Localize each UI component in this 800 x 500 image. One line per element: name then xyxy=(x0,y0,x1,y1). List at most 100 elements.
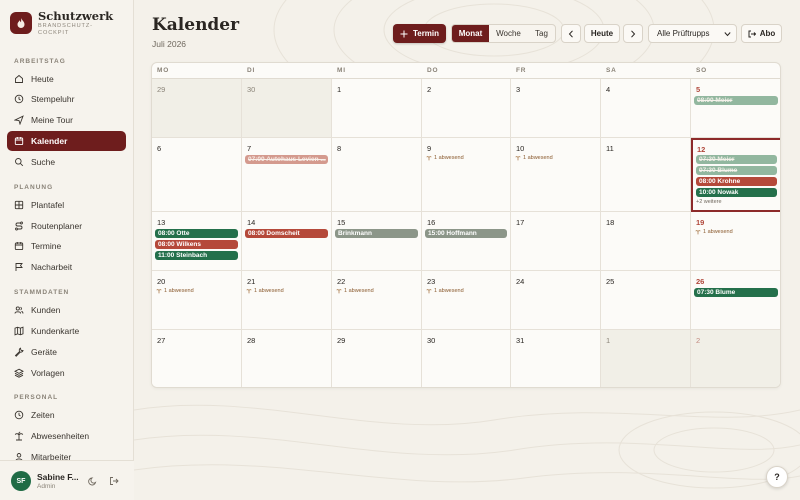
sidebar-item-vorlagen[interactable]: Vorlagen xyxy=(7,363,126,383)
calendar-day[interactable]: 21 1 abwesend xyxy=(242,271,332,330)
sidebar-item-label: Heute xyxy=(31,74,54,84)
day-number: 7 xyxy=(247,144,252,153)
sidebar-item-label: Geräte xyxy=(31,347,57,357)
user-role: Admin xyxy=(37,483,56,490)
nav-section-arbeitstag: ARBEITSTAG xyxy=(14,58,66,65)
calendar-day[interactable]: 3 xyxy=(511,79,601,138)
team-filter-select[interactable]: Alle Prüftrupps xyxy=(648,24,737,43)
calendar-event[interactable]: 07:00 Autohaus Levien ... xyxy=(245,155,328,164)
day-number: 23 xyxy=(427,277,436,286)
calendar-event[interactable]: 07:30 Meier xyxy=(696,155,777,164)
sidebar-item-nacharbeit[interactable]: Nacharbeit xyxy=(7,257,126,277)
sidebar-item-termine[interactable]: Termine xyxy=(7,236,126,256)
sidebar-item-kalender[interactable]: Kalender xyxy=(7,131,126,151)
export-icon xyxy=(748,30,756,37)
more-events-link[interactable]: +2 weitere xyxy=(696,199,722,205)
calendar-day[interactable]: 28 xyxy=(242,330,332,387)
sidebar-item-geraete[interactable]: Geräte xyxy=(7,342,126,362)
calendar-day[interactable]: 26 07:30 Blume xyxy=(691,271,780,330)
calendar-day[interactable]: 17 xyxy=(511,212,601,271)
calendar-event[interactable]: 07:30 Blume xyxy=(696,166,777,175)
sidebar-item-label: Kundenkarte xyxy=(31,326,80,336)
calendar-event[interactable]: 08:00 Otte xyxy=(155,229,238,238)
sidebar-item-plantafel[interactable]: Plantafel xyxy=(7,195,126,215)
calendar-day[interactable]: 1 xyxy=(332,79,422,138)
calendar-day[interactable]: 1 xyxy=(601,330,691,387)
calendar-day[interactable]: 11 xyxy=(601,138,691,212)
brand[interactable]: Schutzwerk BRANDSCHUTZ-COCKPIT xyxy=(10,10,113,37)
next-month-button[interactable] xyxy=(623,24,643,43)
sidebar-item-kundenkarte[interactable]: Kundenkarte xyxy=(7,321,126,341)
calendar-day[interactable]: 8 xyxy=(332,138,422,212)
calendar-day[interactable]: 10 1 abwesend xyxy=(511,138,601,212)
calendar-event[interactable]: 08:00 Domscheit xyxy=(245,229,328,238)
sidebar-item-meine-tour[interactable]: Meine Tour xyxy=(7,110,126,130)
calendar-day[interactable]: 29 xyxy=(332,330,422,387)
calendar-icon xyxy=(14,137,24,146)
calendar-day[interactable]: 29 xyxy=(152,79,242,138)
calendar-event[interactable]: Brinkmann xyxy=(335,229,418,238)
day-number: 2 xyxy=(696,336,701,345)
calendar-day[interactable]: 4 xyxy=(601,79,691,138)
calendar-day[interactable]: 31 xyxy=(511,330,601,387)
day-number: 25 xyxy=(606,277,615,286)
view-day-button[interactable]: Tag xyxy=(528,25,555,42)
calendar-day[interactable]: 22 1 abwesend xyxy=(332,271,422,330)
sidebar-item-routenplaner[interactable]: Routenplaner xyxy=(7,216,126,236)
calendar-day[interactable]: 2 xyxy=(422,79,511,138)
sidebar-item-abwesenheiten[interactable]: Abwesenheiten xyxy=(7,426,126,446)
calendar-day[interactable]: 14 08:00 Domscheit xyxy=(242,212,332,271)
avatar[interactable]: SF xyxy=(11,471,31,491)
calendar-day[interactable]: 91 abwesend xyxy=(422,138,511,212)
sidebar-item-stempeluhr[interactable]: Stempeluhr xyxy=(7,89,126,109)
calendar-day[interactable]: 5 08:00 Meier xyxy=(691,79,780,138)
calendar-event[interactable]: 11:00 Steinbach xyxy=(155,251,238,260)
calendar-day[interactable]: 6 xyxy=(152,138,242,212)
calendar-event[interactable]: 15:00 Hoffmann xyxy=(425,229,507,238)
absence-indicator: 1 abwesend xyxy=(156,288,194,294)
sidebar-item-kunden[interactable]: Kunden xyxy=(7,300,126,320)
calendar-event[interactable]: 10:00 Nowak xyxy=(696,188,777,197)
prev-month-button[interactable] xyxy=(561,24,581,43)
map-icon xyxy=(14,326,24,336)
calendar-day[interactable]: 20 1 abwesend xyxy=(152,271,242,330)
sidebar-item-label: Zeiten xyxy=(31,410,55,420)
calendar-day[interactable]: 30 xyxy=(242,79,332,138)
calendar-event[interactable]: 08:00 Meier xyxy=(694,96,778,105)
day-number: 29 xyxy=(157,85,166,94)
calendar-day[interactable]: 2 xyxy=(691,330,780,387)
calendar-day[interactable]: 27 xyxy=(152,330,242,387)
calendar-day[interactable]: 13 08:00 Otte 08:00 Wilkens 11:00 Steinbach xyxy=(152,212,242,271)
user-name: Sabine F... xyxy=(37,472,79,482)
calendar-day[interactable]: 25 xyxy=(601,271,691,330)
calendar-day[interactable]: 19 1 abwesend xyxy=(691,212,780,271)
calendar-day-today[interactable]: 12 07:30 Meier 07:30 Blume 08:00 Krohne 10:0… xyxy=(691,138,780,212)
today-button[interactable]: Heute xyxy=(584,24,620,43)
calendar-day[interactable]: 16 15:00 Hoffmann xyxy=(422,212,511,271)
view-switcher: Monat Woche Tag xyxy=(451,24,556,43)
logout-icon[interactable] xyxy=(109,476,119,486)
flag-icon xyxy=(15,263,23,271)
abo-button[interactable]: Abo xyxy=(741,24,782,43)
sidebar-item-zeiten[interactable]: Zeiten xyxy=(7,405,126,425)
moon-icon[interactable] xyxy=(88,476,98,486)
calendar-event[interactable]: 07:30 Blume xyxy=(694,288,778,297)
calendar-day[interactable]: 23 1 abwesend xyxy=(422,271,511,330)
view-week-button[interactable]: Woche xyxy=(489,25,528,42)
help-button[interactable]: ? xyxy=(766,466,788,488)
sidebar-item-heute[interactable]: Heute xyxy=(7,69,126,89)
calendar-day[interactable]: 15 Brinkmann xyxy=(332,212,422,271)
calendar-day[interactable]: 30 xyxy=(422,330,511,387)
calendar-day[interactable]: 24 xyxy=(511,271,601,330)
plus-icon xyxy=(400,30,408,37)
calendar-event[interactable]: 08:00 Krohne xyxy=(696,177,777,186)
calendar-event[interactable]: 08:00 Wilkens xyxy=(155,240,238,249)
day-number: 2 xyxy=(427,85,432,94)
calendar-day[interactable]: 7 07:00 Autohaus Levien ... xyxy=(242,138,332,212)
day-number: 3 xyxy=(516,85,521,94)
sidebar-item-suche[interactable]: Suche xyxy=(7,152,126,172)
absence-text: 1 abwesend xyxy=(703,229,733,235)
view-month-button[interactable]: Monat xyxy=(452,25,489,42)
new-appointment-button[interactable]: Termin xyxy=(393,24,446,43)
calendar-day[interactable]: 18 xyxy=(601,212,691,271)
